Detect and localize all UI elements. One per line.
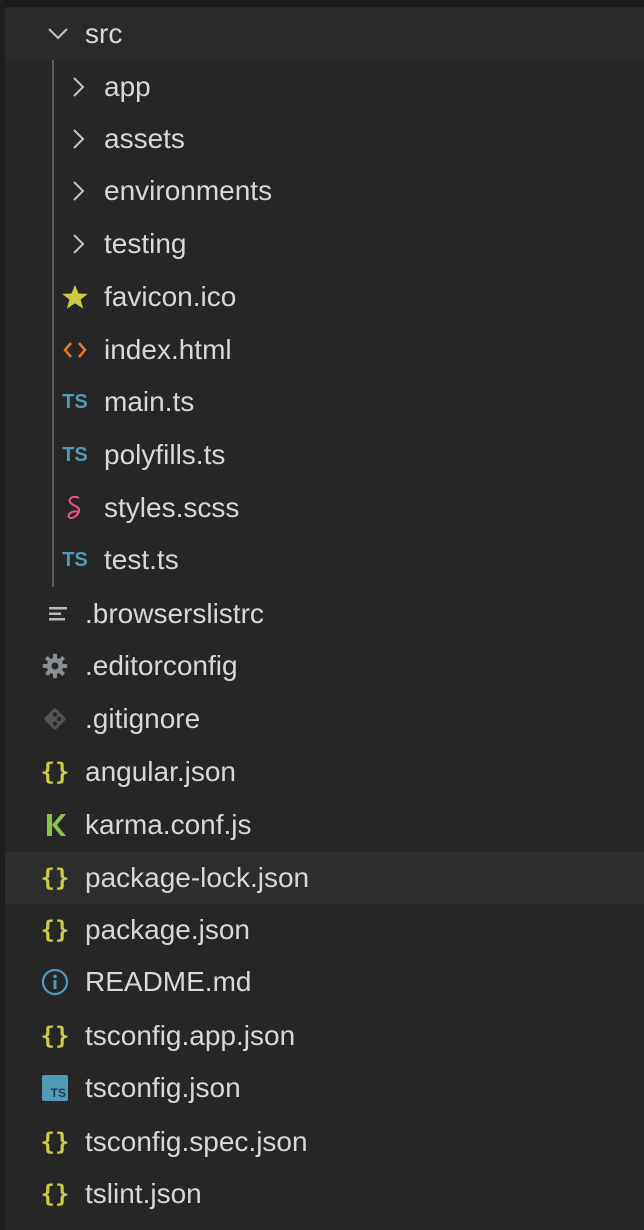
tree-file-index-html[interactable]: index.html bbox=[5, 324, 644, 376]
file-label: tsconfig.app.json bbox=[85, 1020, 296, 1051]
tree-file-gitignore[interactable]: .gitignore bbox=[5, 693, 644, 745]
sass-icon bbox=[58, 482, 92, 534]
file-label: test.ts bbox=[104, 544, 179, 575]
tree-file-tslint-json[interactable]: {} tslint.json bbox=[5, 1168, 644, 1220]
info-icon bbox=[38, 956, 72, 1008]
file-label: .editorconfig bbox=[85, 650, 238, 681]
tree-file-package-json[interactable]: {} package.json bbox=[5, 904, 644, 956]
typescript-icon: TS bbox=[62, 390, 88, 413]
file-label: main.ts bbox=[104, 386, 195, 417]
tree-file-browserslistrc[interactable]: .browserslistrc bbox=[5, 588, 644, 640]
folder-label: testing bbox=[104, 228, 187, 259]
file-label: tsconfig.spec.json bbox=[85, 1126, 308, 1157]
typescript-icon: TS bbox=[62, 443, 88, 466]
file-label: angular.json bbox=[85, 756, 237, 787]
gear-icon bbox=[38, 640, 72, 692]
file-label: favicon.ico bbox=[104, 281, 237, 312]
file-label: polyfills.ts bbox=[104, 439, 226, 470]
file-label: .browserslistrc bbox=[85, 598, 264, 629]
lines-icon bbox=[41, 588, 75, 640]
git-icon bbox=[38, 693, 72, 745]
typescript-icon: TS bbox=[62, 548, 88, 571]
json-icon: {} bbox=[40, 916, 70, 944]
tree-file-readme[interactable]: README.md bbox=[5, 956, 644, 1008]
tree-folder-src[interactable]: src bbox=[5, 8, 644, 60]
file-label: package-lock.json bbox=[85, 862, 310, 893]
file-label: .gitignore bbox=[85, 703, 201, 734]
karma-icon bbox=[38, 799, 72, 851]
top-edge bbox=[0, 0, 644, 7]
tree-file-tsconfig-json[interactable]: TS tsconfig.json bbox=[5, 1062, 644, 1114]
json-icon: {} bbox=[40, 1128, 70, 1156]
tree-folder-testing[interactable]: testing bbox=[5, 218, 644, 270]
file-explorer: src app assets environments testing favi… bbox=[0, 0, 644, 1230]
tree-file-favicon[interactable]: favicon.ico bbox=[5, 271, 644, 323]
tree-file-karma-conf[interactable]: karma.conf.js bbox=[5, 799, 644, 851]
html-icon bbox=[58, 324, 92, 376]
folder-label: app bbox=[104, 71, 151, 102]
tree-file-angular-json[interactable]: {} angular.json bbox=[5, 746, 644, 798]
chevron-right-icon bbox=[62, 113, 96, 165]
folder-label: assets bbox=[104, 123, 185, 154]
folder-label: environments bbox=[104, 175, 273, 206]
tree-file-polyfills-ts[interactable]: TS polyfills.ts bbox=[5, 429, 644, 481]
chevron-down-icon bbox=[41, 8, 75, 60]
file-label: package.json bbox=[85, 914, 251, 945]
tsconfig-icon: TS bbox=[38, 1062, 72, 1114]
tree-file-package-lock-json[interactable]: {} package-lock.json bbox=[5, 852, 644, 904]
json-icon: {} bbox=[40, 758, 70, 786]
chevron-right-icon bbox=[62, 165, 96, 217]
tree-file-styles-scss[interactable]: styles.scss bbox=[5, 482, 644, 534]
tree-folder-assets[interactable]: assets bbox=[5, 113, 644, 165]
tree-file-main-ts[interactable]: TS main.ts bbox=[5, 376, 644, 428]
file-label: tsconfig.json bbox=[85, 1072, 241, 1103]
file-label: index.html bbox=[104, 334, 232, 365]
json-icon: {} bbox=[40, 1022, 70, 1050]
json-icon: {} bbox=[40, 864, 70, 892]
tree-file-test-ts[interactable]: TS test.ts bbox=[5, 534, 644, 586]
tree-file-editorconfig[interactable]: .editorconfig bbox=[5, 640, 644, 692]
file-label: tslint.json bbox=[85, 1178, 202, 1209]
tree-file-tsconfig-app-json[interactable]: {} tsconfig.app.json bbox=[5, 1010, 644, 1062]
file-label: styles.scss bbox=[104, 492, 240, 523]
chevron-right-icon bbox=[62, 61, 96, 113]
tree-folder-environments[interactable]: environments bbox=[5, 165, 644, 217]
file-label: karma.conf.js bbox=[85, 809, 252, 840]
file-label: README.md bbox=[85, 966, 252, 997]
tree-folder-app[interactable]: app bbox=[5, 61, 644, 113]
json-icon: {} bbox=[40, 1180, 70, 1208]
star-icon bbox=[58, 271, 92, 323]
tree-file-tsconfig-spec-json[interactable]: {} tsconfig.spec.json bbox=[5, 1116, 644, 1168]
folder-label: src bbox=[85, 18, 123, 49]
chevron-right-icon bbox=[62, 218, 96, 270]
